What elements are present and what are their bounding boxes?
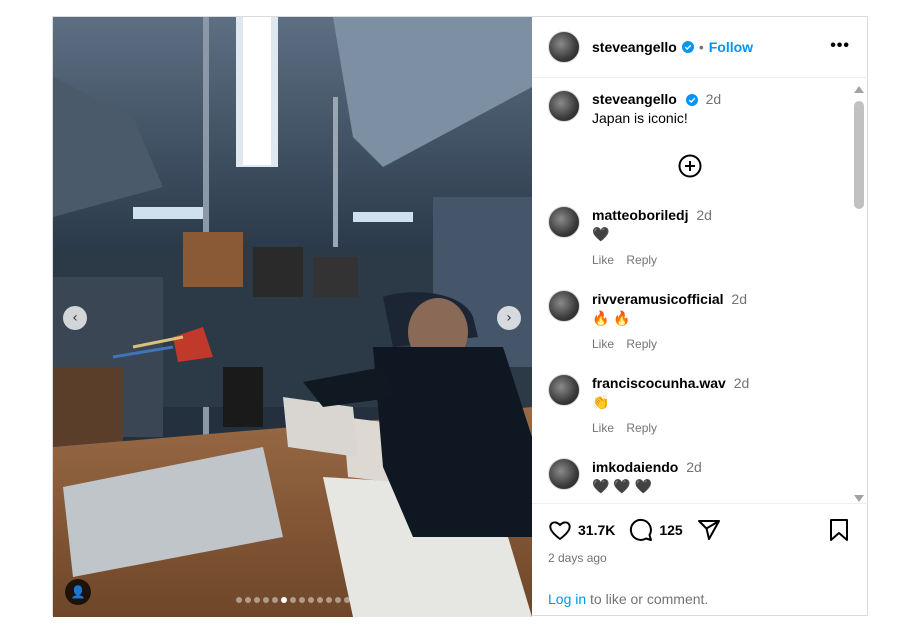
commenter-avatar[interactable] [548,458,580,490]
like-button[interactable] [548,518,572,542]
commenter-avatar[interactable] [548,206,580,238]
comment-item: matteoboriledj 2d 🖤 Like Reply [548,206,838,267]
chevron-right-icon: › [506,310,512,326]
more-options-icon[interactable]: ••• [830,37,850,55]
scroll-up-arrow-icon[interactable] [854,86,864,93]
comment-like-button[interactable]: Like [592,421,614,435]
caption-text: Japan is iconic! [592,110,688,126]
user-tag-button[interactable]: 👤 [65,579,91,605]
carousel-dot [298,597,305,603]
save-button[interactable] [828,518,850,547]
commenter-username[interactable]: rivveramusicofficial [592,291,724,307]
commenter-username[interactable]: franciscocunha.wav [592,375,726,391]
comment-button[interactable] [629,518,653,542]
comment-reply-button[interactable]: Reply [626,337,657,351]
login-link[interactable]: Log in [548,591,586,607]
comment-text: 🖤 🖤 🖤 [592,478,653,494]
caption-timestamp[interactable]: 2d [706,91,722,107]
carousel-next-button[interactable]: › [497,306,521,330]
login-prompt: Log in to like or comment. [548,591,708,607]
separator-dot: • [698,39,704,55]
post-media[interactable]: ‹ › 👤 [53,17,532,617]
plus-circle-icon[interactable] [678,154,702,178]
comment-like-button[interactable]: Like [592,337,614,351]
carousel-dot [262,597,269,603]
commenter-avatar[interactable] [548,374,580,406]
carousel-dot [235,597,242,603]
carousel-prev-button[interactable]: ‹ [63,306,87,330]
commenter-username[interactable]: matteoboriledj [592,207,688,223]
carousel-dot [289,597,296,603]
carousel-dot [280,597,287,603]
comment-text: 👏 [592,394,610,410]
comment-reply-button[interactable]: Reply [626,421,657,435]
comment-count[interactable]: 125 [659,522,682,538]
comment-reply-button[interactable]: Reply [626,253,657,267]
like-count[interactable]: 31.7K [578,522,615,538]
verified-badge-icon [681,41,694,53]
bookmark-icon [830,519,848,541]
verified-badge-icon [685,94,698,107]
user-tag-icon: 👤 [70,585,86,599]
carousel-dot [307,597,314,603]
author-username[interactable]: steveangello [592,39,677,55]
comment-timestamp[interactable]: 2d [731,291,747,307]
studio-photo [53,17,532,617]
paper-plane-icon [697,520,720,540]
comment-item: imkodaiendo 2d 🖤 🖤 🖤 [548,458,838,495]
heart-icon [549,521,571,540]
carousel-dot [271,597,278,603]
comment-timestamp[interactable]: 2d [734,375,750,391]
scrollbar-thumb[interactable] [854,101,864,209]
post-age[interactable]: 2 days ago [548,551,607,565]
comment-timestamp[interactable]: 2d [686,459,702,475]
comment-item: rivveramusicofficial 2d 🔥 🔥 Like Reply [548,290,838,351]
post-header: steveangello • Follow ••• [532,17,868,78]
login-prompt-text: to like or comment. [586,591,709,607]
scroll-down-arrow-icon[interactable] [854,495,864,502]
post-side-panel: steveangello • Follow ••• steveangello 2… [532,17,868,617]
author-avatar[interactable] [548,31,580,63]
post-caption: steveangello 2d Japan is iconic! [548,90,848,127]
instagram-post: ‹ › 👤 steveangello • Follow ••• steveang… [52,16,868,617]
carousel-dot [325,597,332,603]
carousel-indicators [53,597,532,603]
carousel-dot [334,597,341,603]
post-actions: 31.7K 125 2 days ago Log in to like or c… [532,503,868,617]
chevron-left-icon: ‹ [72,310,78,326]
caption-avatar[interactable] [548,90,580,122]
carousel-dot [316,597,323,603]
carousel-dot [343,597,350,603]
carousel-dot [253,597,260,603]
follow-button[interactable]: Follow [709,39,753,55]
caption-username[interactable]: steveangello [592,91,677,107]
carousel-dot [244,597,251,603]
comment-item: franciscocunha.wav 2d 👏 Like Reply [548,374,838,435]
comments-scrollbar[interactable] [852,82,866,502]
commenter-avatar[interactable] [548,290,580,322]
comment-text: 🖤 [592,226,610,242]
comment-bubble-icon [630,518,653,541]
comments-section[interactable]: steveangello 2d Japan is iconic! matteob… [532,78,868,503]
comment-timestamp[interactable]: 2d [696,207,712,223]
comment-text: 🔥 🔥 [592,310,631,326]
share-button[interactable] [697,518,721,542]
comment-like-button[interactable]: Like [592,253,614,267]
commenter-username[interactable]: imkodaiendo [592,459,678,475]
